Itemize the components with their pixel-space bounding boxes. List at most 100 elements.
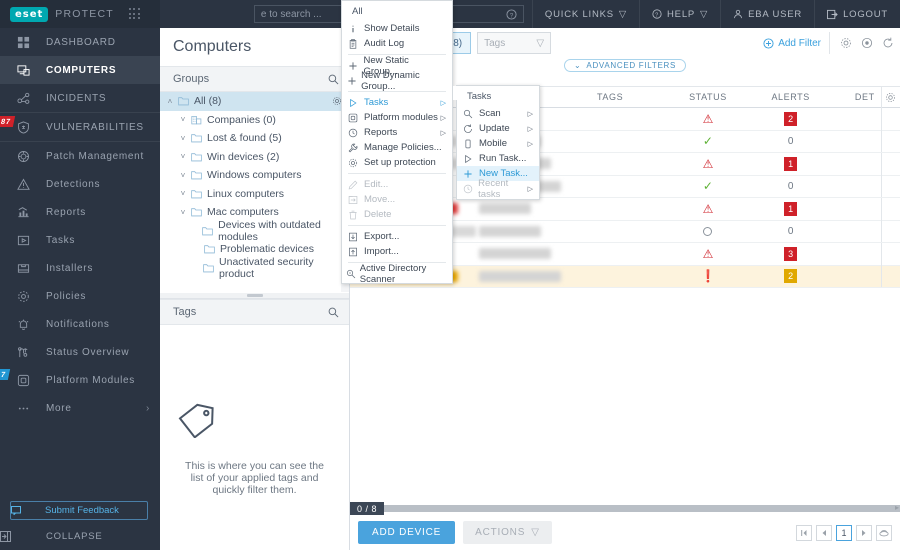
refresh-icon[interactable] <box>882 37 894 49</box>
row-gear-spacer <box>880 107 900 130</box>
tree-item-linux-computers[interactable]: ˅ Linux computers <box>160 185 349 204</box>
scroll-right-arrow-icon[interactable]: ▸ <box>895 503 899 512</box>
gear-icon[interactable] <box>840 37 852 49</box>
grid-dots-icon[interactable] <box>128 8 141 20</box>
tree-item-win-devices-2-[interactable]: ˅ Win devices (2) <box>160 148 349 167</box>
page-last-button[interactable] <box>876 524 892 541</box>
submit-feedback-button[interactable]: Submit Feedback <box>10 501 148 520</box>
th-det[interactable]: DET <box>832 86 881 108</box>
tree-item-unactivated-security-product[interactable]: Unactivated security product <box>160 256 349 280</box>
folder-icon <box>202 226 213 236</box>
module-icon <box>342 113 364 123</box>
user-menu[interactable]: EBA USER <box>720 0 814 28</box>
th-tags[interactable]: TAGS <box>597 86 667 108</box>
task-play-icon <box>0 234 46 247</box>
logout-button[interactable]: LOGOUT <box>814 0 900 28</box>
menu-item-label: Reports <box>364 127 398 138</box>
tree-item-windows-computers[interactable]: ˅ Windows computers <box>160 166 349 185</box>
tree-caret-icon[interactable]: ˅ <box>177 134 189 143</box>
page-next-button[interactable] <box>856 524 872 541</box>
quick-links-menu[interactable]: QUICK LINKS ▽ <box>531 0 639 28</box>
sidebar-item-more[interactable]: More › <box>0 394 160 422</box>
tree-caret-icon[interactable]: ˄ <box>164 97 176 106</box>
sidebar-item-label: COMPUTERS <box>46 64 117 76</box>
add-filter-button[interactable]: Add Filter <box>763 32 830 54</box>
sidebar-item-label: Tasks <box>46 234 76 246</box>
sidebar-item-status-overview[interactable]: Status Overview <box>0 338 160 366</box>
sidebar-item-installers[interactable]: Installers <box>0 254 160 282</box>
target-icon[interactable] <box>861 37 873 49</box>
menu-item-set-up-protection[interactable]: Set up protection <box>342 155 452 170</box>
sidebar-item-reports[interactable]: Reports <box>0 198 160 226</box>
dashboard-icon <box>0 36 46 49</box>
sidebar-item-incidents[interactable]: INCIDENTS <box>0 84 160 112</box>
sidebar-item-vulnerabilities[interactable]: 87 VULNERABILITIES <box>0 113 160 141</box>
th-alerts[interactable]: ALERTS <box>749 86 832 108</box>
status-cell: ⚠ <box>667 248 750 260</box>
chevron-right-icon: ▷ <box>440 99 446 107</box>
menu-item-reports[interactable]: Reports ▷ <box>342 125 452 140</box>
tags-panel: Tags This is where you can see the list … <box>160 293 349 550</box>
page-first-button[interactable] <box>796 524 812 541</box>
chevron-right-icon: ▷ <box>440 114 446 122</box>
tree-caret-icon[interactable]: ˅ <box>177 171 189 180</box>
menu-item-tasks[interactable]: Tasks ▷ <box>342 95 452 110</box>
tree-item-lost-found-5-[interactable]: ˅ Lost & found (5) <box>160 129 349 148</box>
menu-item-audit-log[interactable]: Audit Log <box>342 36 452 51</box>
tree-item-devices-with-outdated-modules[interactable]: Devices with outdated modules <box>160 219 349 243</box>
os-cell <box>479 270 597 282</box>
submenu-title: Tasks <box>467 91 492 102</box>
sidebar-item-computers[interactable]: COMPUTERS <box>0 56 160 84</box>
help-menu[interactable]: ? HELP ▽ <box>639 0 720 28</box>
menu-item-platform-modules[interactable]: Platform modules ▷ <box>342 110 452 125</box>
menu-item-label: Set up protection <box>364 157 436 168</box>
menu-item-export[interactable]: Export... <box>342 229 452 244</box>
tree-caret-icon[interactable]: ˅ <box>177 115 189 124</box>
sidebar-item-platform-modules[interactable]: 7 Platform Modules <box>0 366 160 394</box>
menu-item-mobile[interactable]: Mobile ▷ <box>457 136 539 151</box>
sidebar-item-label: Detections <box>46 178 101 190</box>
sidebar-item-policies[interactable]: Policies <box>0 282 160 310</box>
menu-item-run-task[interactable]: Run Task... <box>457 151 539 166</box>
tree-caret-icon[interactable]: ˅ <box>177 208 189 217</box>
menu-item-import[interactable]: Import... <box>342 244 452 259</box>
os-cell <box>479 203 597 215</box>
page-current[interactable]: 1 <box>836 524 852 541</box>
pagination: 1 <box>796 524 892 541</box>
add-device-button[interactable]: ADD DEVICE <box>358 521 456 544</box>
sidebar-item-dashboard[interactable]: DASHBOARD <box>0 28 160 56</box>
alerts-cell: 0 <box>749 136 832 147</box>
panel-splitter[interactable] <box>160 293 349 299</box>
chevron-down-icon: ▽ <box>531 527 540 538</box>
menu-item-update[interactable]: Update ▷ <box>457 121 539 136</box>
collapse-button[interactable]: COLLAPSE <box>0 525 160 547</box>
sidebar-item-tasks[interactable]: Tasks <box>0 226 160 254</box>
menu-item-manage-policies[interactable]: Manage Policies... <box>342 140 452 155</box>
tree-item-label: Problematic devices <box>220 243 314 256</box>
sidebar-item-notifications[interactable]: Notifications <box>0 310 160 338</box>
th-status[interactable]: STATUS <box>667 86 750 108</box>
alerts-count: 0 <box>787 180 794 192</box>
sidebar-item-patch-management[interactable]: Patch Management <box>0 142 160 170</box>
menu-item-new-dynamic-group[interactable]: New Dynamic Group... <box>342 70 452 92</box>
tree-caret-icon[interactable]: ˅ <box>177 152 189 161</box>
tree-caret-icon[interactable]: ˅ <box>177 189 189 198</box>
horizontal-scrollbar[interactable] <box>384 505 900 512</box>
tree-item-companies-0-[interactable]: ˅ Companies (0) <box>160 111 349 130</box>
sidebar-item-detections[interactable]: Detections <box>0 170 160 198</box>
selection-counter: 0 / 8 <box>350 502 385 516</box>
advanced-filters-button[interactable]: ⌄ ADVANCED FILTERS <box>564 58 686 72</box>
menu-item-scan[interactable]: Scan ▷ <box>457 106 539 121</box>
menu-item-show-details[interactable]: Show Details <box>342 21 452 36</box>
tags-filter-select[interactable]: Tags ▽ <box>477 32 552 54</box>
feedback-bubble-icon <box>11 506 45 515</box>
menu-item-active-directory-scanner[interactable]: Active Directory Scanner <box>342 263 452 285</box>
search-icon[interactable] <box>328 74 339 85</box>
page-prev-button[interactable] <box>816 524 832 541</box>
patch-icon <box>0 150 46 163</box>
actions-button[interactable]: ACTIONS ▽ <box>463 521 552 544</box>
column-settings-icon[interactable] <box>880 86 900 108</box>
tree-item-all-8-[interactable]: ˄ All (8) <box>160 92 349 111</box>
search-icon[interactable] <box>328 307 339 318</box>
question-circle-icon[interactable]: ? <box>506 8 517 20</box>
